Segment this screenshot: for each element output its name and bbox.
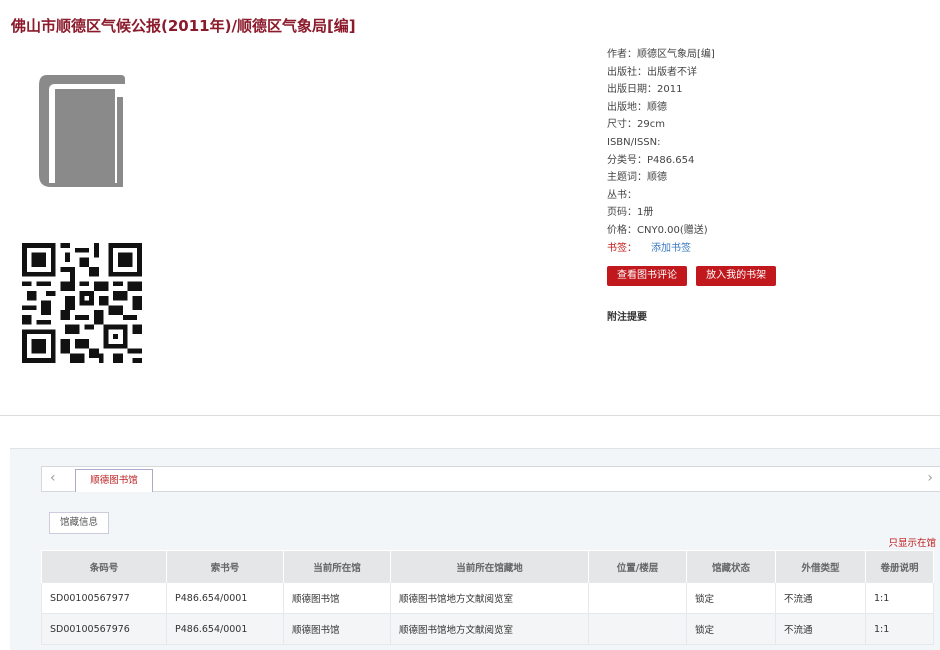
book-metadata: 作者：顺德区气象局[编] 出版社：出版者不详 出版日期：2011 出版地：顺德 … xyxy=(607,46,715,257)
col-floor: 位置/楼层 xyxy=(588,550,687,583)
chevron-left-icon[interactable]: ‹ xyxy=(50,470,56,486)
add-to-shelf-button[interactable]: 放入我的书架 xyxy=(696,266,777,286)
add-bookmark-link[interactable]: 添加书签 xyxy=(651,243,691,254)
cell-loan-type: 不流通 xyxy=(775,613,866,645)
tab-holdings-info[interactable]: 馆藏信息 xyxy=(49,512,109,534)
cell-barcode: SD00100567977 xyxy=(41,582,167,614)
action-buttons: 查看图书评论 放入我的书架 xyxy=(607,263,780,286)
cell-call-number: P486.654/0001 xyxy=(166,613,284,645)
col-library: 当前所在馆 xyxy=(283,550,391,583)
cell-volume: 1:1 xyxy=(865,613,934,645)
qr-code-icon xyxy=(22,243,142,363)
cell-status: 锁定 xyxy=(686,582,776,614)
meta-author: 作者：顺德区气象局[编] xyxy=(607,49,715,60)
meta-class-number: 分类号：P486.654 xyxy=(607,154,695,166)
meta-size: 尺寸：29cm xyxy=(607,119,665,131)
only-show-available-link[interactable]: 只显示在馆 xyxy=(888,535,936,549)
cell-status: 锁定 xyxy=(686,613,776,645)
col-volume: 卷册说明 xyxy=(865,550,934,583)
col-location: 当前所在馆藏地 xyxy=(390,550,589,583)
table-row: SD00100567977 P486.654/0001 顺德图书馆 顺德图书馆地… xyxy=(41,582,934,614)
book-icon xyxy=(39,75,125,187)
meta-price: 价格：CNY0.00(赠送) xyxy=(607,224,708,236)
cell-loan-type: 不流通 xyxy=(775,582,866,614)
meta-series: 丛书： xyxy=(607,189,637,201)
table-header-row: 条码号 索书号 当前所在馆 当前所在馆藏地 位置/楼层 馆藏状态 外借类型 卷册… xyxy=(41,550,934,583)
col-status: 馆藏状态 xyxy=(686,550,776,583)
meta-isbn: ISBN/ISSN: xyxy=(607,136,661,148)
cell-volume: 1:1 xyxy=(865,582,934,614)
cell-call-number: P486.654/0001 xyxy=(166,582,284,614)
library-tab-bar: ‹ 顺德图书馆 › xyxy=(41,466,940,492)
cell-location: 顺德图书馆地方文献阅览室 xyxy=(390,582,589,614)
col-barcode: 条码号 xyxy=(41,550,167,583)
note-heading: 附注提要 xyxy=(607,312,647,323)
holdings-panel: ‹ 顺德图书馆 › 馆藏信息 只显示在馆 条码号 索书号 当前所在馆 当前所在馆… xyxy=(10,448,940,650)
chevron-right-icon[interactable]: › xyxy=(927,470,933,486)
cell-library: 顺德图书馆 xyxy=(283,582,391,614)
cell-floor xyxy=(588,582,687,614)
book-title: 佛山市顺德区气候公报(2011年)/顺德区气象局[编] xyxy=(11,17,356,35)
cell-barcode: SD00100567976 xyxy=(41,613,167,645)
view-reviews-button[interactable]: 查看图书评论 xyxy=(607,266,687,286)
meta-publisher: 出版社：出版者不详 xyxy=(607,66,697,78)
section-divider xyxy=(0,415,940,416)
bookmark-label: 书签： xyxy=(607,242,637,254)
cell-location: 顺德图书馆地方文献阅览室 xyxy=(390,613,589,645)
tab-library[interactable]: 顺德图书馆 xyxy=(75,469,153,492)
meta-pub-date: 出版日期：2011 xyxy=(607,84,683,96)
meta-pub-place: 出版地：顺德 xyxy=(607,101,667,113)
meta-subject: 主题词：顺德 xyxy=(607,172,667,184)
col-loan-type: 外借类型 xyxy=(775,550,866,583)
cell-library: 顺德图书馆 xyxy=(283,613,391,645)
meta-pages: 页码：1册 xyxy=(607,207,654,219)
cell-floor xyxy=(588,613,687,645)
table-row: SD00100567976 P486.654/0001 顺德图书馆 顺德图书馆地… xyxy=(41,613,934,645)
holdings-table: 条码号 索书号 当前所在馆 当前所在馆藏地 位置/楼层 馆藏状态 外借类型 卷册… xyxy=(41,550,934,645)
meta-bookmark: 书签： 添加书签 xyxy=(607,240,715,258)
col-call-number: 索书号 xyxy=(166,550,284,583)
